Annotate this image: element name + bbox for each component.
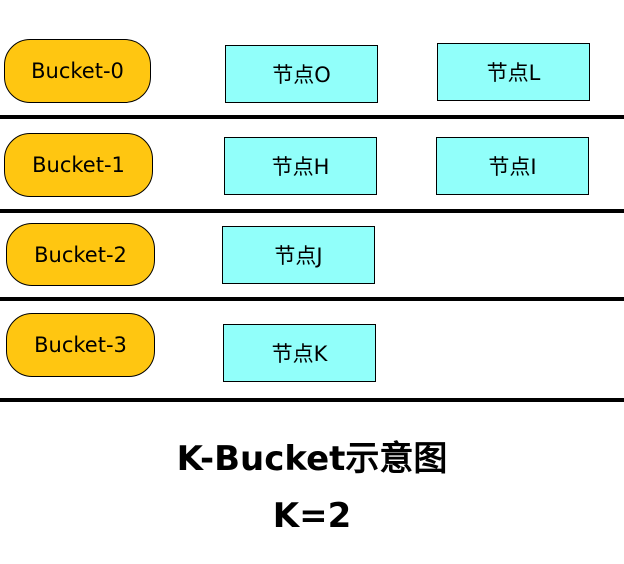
bucket-0-pill: Bucket-0	[4, 39, 151, 103]
node-h-box: 节点H	[224, 137, 377, 195]
node-k-box: 节点K	[223, 324, 376, 382]
bucket-3-pill: Bucket-3	[6, 313, 155, 377]
node-l-box: 节点L	[437, 43, 590, 101]
row-divider	[0, 209, 624, 213]
diagram-title: K-Bucket示意图	[176, 439, 448, 479]
row-divider	[0, 398, 624, 402]
bucket-1-pill: Bucket-1	[4, 133, 153, 197]
bucket-2-pill: Bucket-2	[6, 223, 155, 286]
row-divider	[0, 115, 624, 119]
node-i-box: 节点I	[436, 137, 589, 195]
k-value-label: K=2	[272, 496, 352, 536]
node-o-box: 节点O	[225, 45, 378, 103]
node-j-box: 节点J	[222, 226, 375, 284]
row-divider	[0, 297, 624, 301]
